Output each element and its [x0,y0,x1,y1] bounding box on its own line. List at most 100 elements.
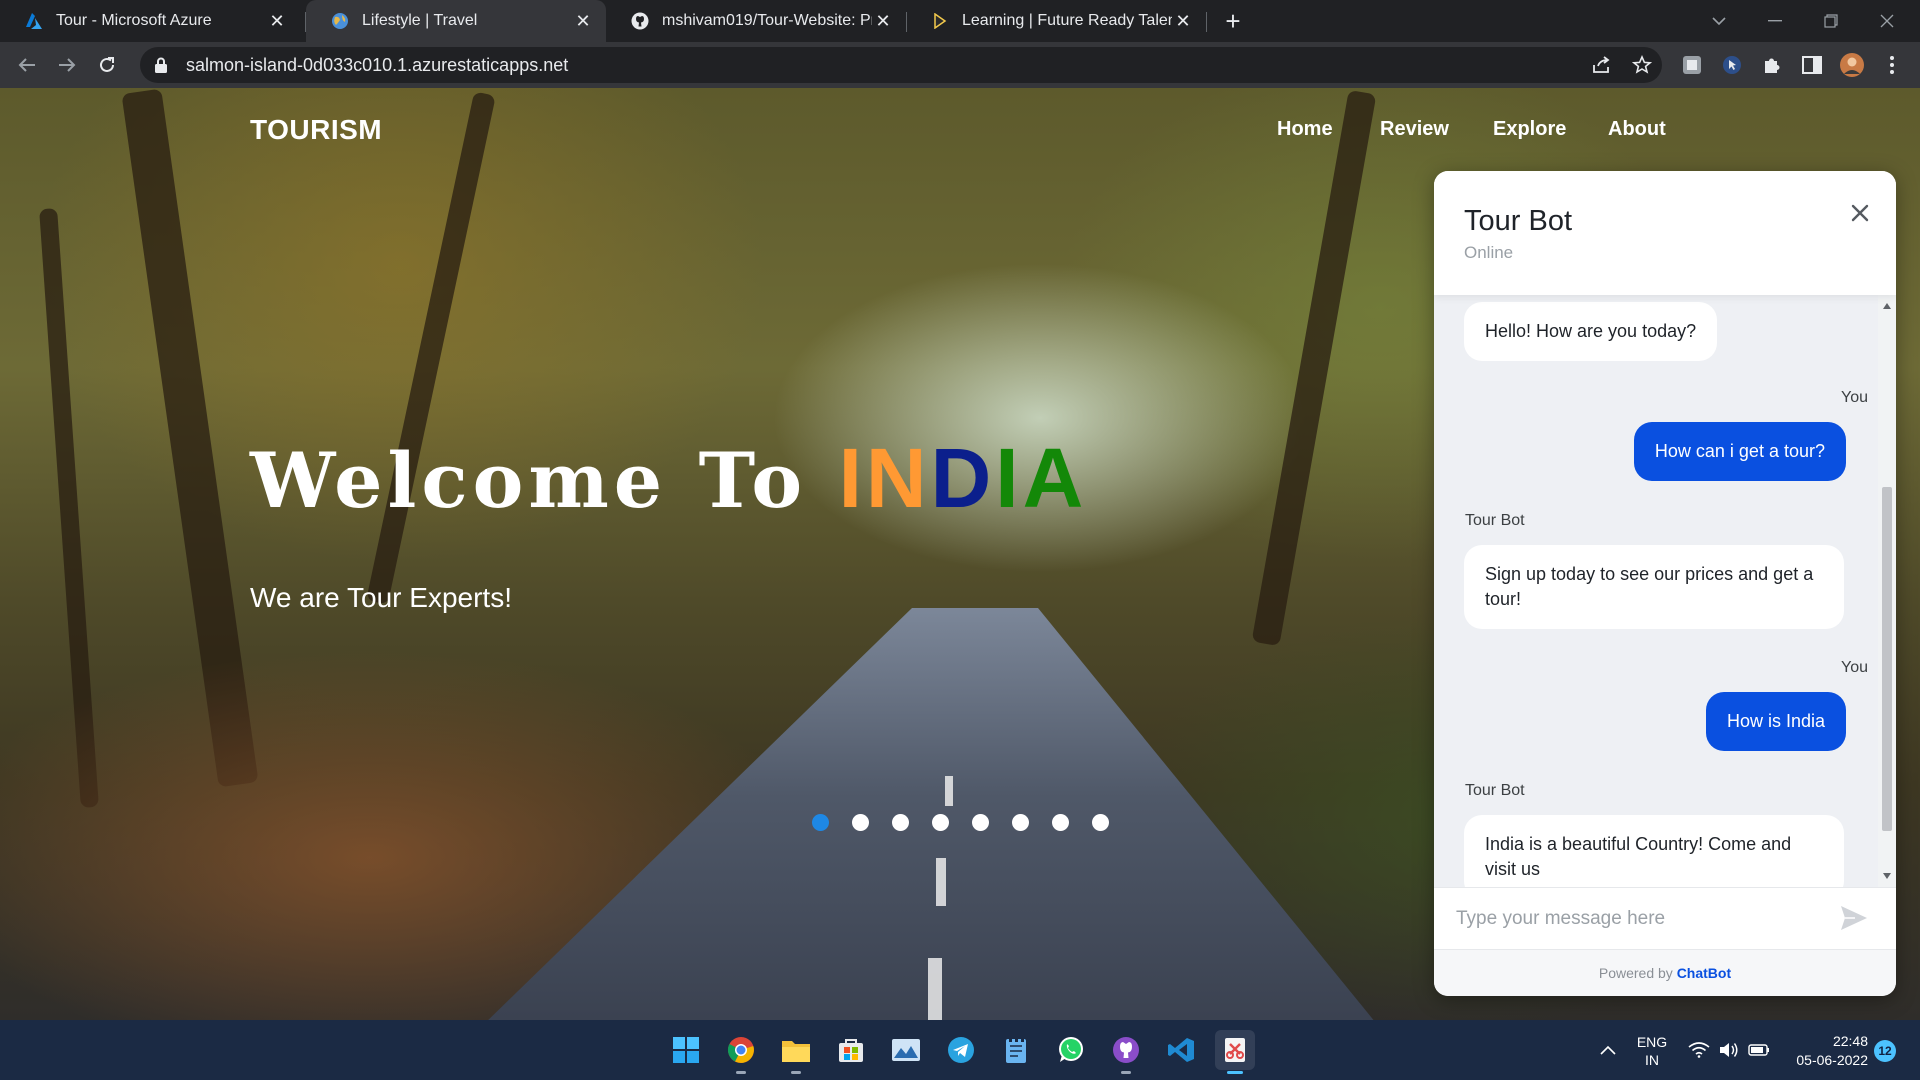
bot-message: India is a beautiful Country! Come and v… [1464,815,1844,887]
tab-close-icon[interactable]: ✕ [572,10,594,32]
slider-dot[interactable] [1052,814,1069,831]
chatbot-link[interactable]: ChatBot [1677,965,1731,981]
chat-title: Tour Bot [1464,205,1572,237]
snipping-tool-icon[interactable] [1215,1030,1255,1074]
chat-input-area [1434,887,1896,949]
microsoft-store-icon[interactable] [831,1030,871,1070]
telegram-icon[interactable] [941,1030,981,1070]
windows-taskbar: ENG IN 22:48 05-06-2022 12 [0,1020,1920,1080]
battery-icon[interactable] [1748,1020,1770,1080]
slider-dot[interactable] [972,814,989,831]
message-sender: Tour Bot [1465,782,1525,799]
nav-review[interactable]: Review [1380,118,1449,141]
scroll-up-icon[interactable] [1883,303,1891,309]
running-indicator [1121,1071,1131,1074]
nav-about[interactable]: About [1608,118,1666,141]
site-logo[interactable]: TOURISM [250,114,382,146]
extensions-puzzle-icon[interactable] [1760,53,1784,77]
bookmark-star-icon[interactable] [1630,53,1654,77]
tree-trunk-decoration [1251,89,1377,647]
whatsapp-icon[interactable] [1051,1030,1091,1070]
browser-toolbar: salmon-island-0d033c010.1.azurestaticapp… [0,42,1920,88]
system-clock[interactable]: 22:48 05-06-2022 [1780,1032,1868,1070]
notification-badge[interactable]: 12 [1874,1040,1896,1062]
nav-explore[interactable]: Explore [1493,118,1566,141]
restore-icon[interactable] [1808,0,1854,42]
back-button[interactable] [11,49,43,81]
chat-scrollbar[interactable] [1878,295,1896,887]
chat-messages[interactable]: Hello! How are you today? You How can i … [1434,295,1878,887]
share-icon[interactable] [1590,53,1614,77]
tab-github[interactable]: mshivam019/Tour-Website: Proje ✕ [606,0,906,42]
learning-icon [930,11,950,31]
tab-search-icon[interactable] [1696,0,1742,42]
tab-learning[interactable]: Learning | Future Ready Talent ✕ [906,0,1206,42]
slider-dot[interactable] [812,814,829,831]
nav-home[interactable]: Home [1277,118,1333,141]
message-sender: You [1841,389,1868,406]
slider-dot[interactable] [932,814,949,831]
india-letter: I [995,431,1023,525]
chat-message-input[interactable] [1456,902,1816,936]
tab-close-icon[interactable]: ✕ [1172,10,1194,32]
slider-dot[interactable] [1012,814,1029,831]
slider-dot[interactable] [1092,814,1109,831]
tab-azure[interactable]: Tour - Microsoft Azure ✕ [0,0,300,42]
tab-divider [1206,12,1207,32]
hero-subtitle: We are Tour Experts! [250,582,512,613]
language-code: ENG [1636,1034,1668,1050]
tab-close-icon[interactable]: ✕ [266,10,288,32]
send-icon[interactable] [1839,904,1871,934]
close-window-icon[interactable] [1864,0,1910,42]
address-bar[interactable]: salmon-island-0d033c010.1.azurestaticapp… [140,47,1662,83]
road-marking [945,776,953,806]
clock-date: 05-06-2022 [1796,1052,1868,1068]
windows-start-icon[interactable] [666,1030,706,1070]
india-letter: D [930,431,996,525]
globe-icon [330,11,350,31]
forward-button[interactable] [51,49,83,81]
side-panel-icon[interactable] [1800,53,1824,77]
scroll-down-icon[interactable] [1883,873,1891,879]
wifi-icon[interactable] [1688,1020,1710,1080]
extension-grey-icon[interactable] [1680,53,1704,77]
tab-lifestyle-travel[interactable]: Lifestyle | Travel ✕ [306,0,606,42]
chat-header: Tour Bot Online [1434,171,1896,295]
message-sender: You [1841,659,1868,676]
vscode-icon[interactable] [1161,1030,1201,1070]
road-marking [936,858,946,906]
footer-prefix: Powered by [1598,965,1673,981]
tray-chevron-icon[interactable] [1600,1020,1616,1080]
volume-icon[interactable] [1718,1020,1740,1080]
file-explorer-icon[interactable] [776,1030,816,1074]
azure-icon [24,11,44,31]
profile-avatar-icon[interactable] [1840,53,1864,77]
extension-cursor-icon[interactable] [1720,53,1744,77]
chrome-icon[interactable] [721,1030,761,1074]
reload-button[interactable] [91,49,123,81]
github-desktop-icon[interactable] [1106,1030,1146,1074]
tree-trunk-decoration [366,91,496,605]
tab-title: Tour - Microsoft Azure [56,12,212,29]
slider-dot[interactable] [892,814,909,831]
running-indicator [736,1071,746,1074]
github-icon [630,11,650,31]
running-indicator [1227,1071,1243,1074]
language-indicator[interactable]: ENG IN [1634,1033,1670,1069]
bot-message: Hello! How are you today? [1464,302,1718,361]
slider-dot[interactable] [852,814,869,831]
clock-time: 22:48 [1832,1033,1868,1049]
new-tab-button[interactable]: + [1218,8,1248,36]
minimize-icon[interactable] [1752,0,1798,42]
tab-close-icon[interactable]: ✕ [872,10,894,32]
url-text: salmon-island-0d033c010.1.azurestaticapp… [186,54,569,75]
hero-india-text: INDIA [839,431,1088,525]
scroll-thumb[interactable] [1882,487,1892,831]
user-message: How can i get a tour? [1633,422,1846,481]
tab-title: Lifestyle | Travel [362,12,478,29]
chat-close-icon[interactable] [1844,197,1876,229]
browser-menu-icon[interactable] [1880,53,1904,77]
photos-icon[interactable] [886,1030,926,1070]
india-letter: N [865,431,931,525]
notepad-icon[interactable] [996,1030,1036,1070]
